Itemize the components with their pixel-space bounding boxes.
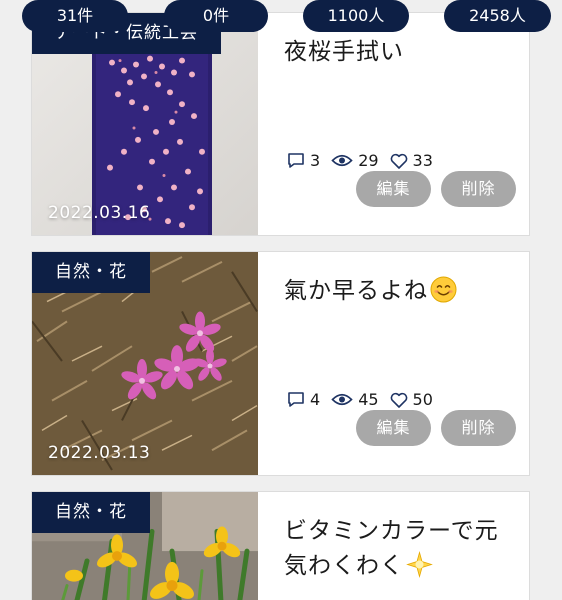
heart-icon [390, 392, 407, 408]
sparkle-star-emoji-icon [406, 551, 433, 578]
post-title-text: 夜桜手拭い [284, 39, 404, 65]
smiling-face-emoji-icon [430, 276, 457, 303]
count-pill[interactable]: 31件 [22, 0, 128, 32]
category-tag: 自然・花 [32, 492, 150, 533]
view-count-value: 45 [358, 390, 379, 409]
post-list-page: アート・伝統工芸 2022.03.16 夜桜手拭い 3 29 33 編集 削除 … [0, 0, 562, 600]
comment-icon [288, 153, 304, 168]
like-count-value: 50 [412, 390, 433, 409]
post-card[interactable]: 自然・花 2022.03.13 氣か早るよね 4 45 50 編集 削除 [31, 251, 530, 476]
post-title[interactable]: 氣か早るよね [284, 274, 514, 309]
count-pill[interactable]: 1100人 [303, 0, 409, 32]
edit-button[interactable]: 編集 [356, 410, 431, 446]
post-body: 夜桜手拭い 3 29 33 編集 削除 [258, 13, 529, 235]
post-title[interactable]: 夜桜手拭い [284, 35, 514, 70]
eye-icon [331, 393, 353, 406]
view-count: 45 [331, 390, 379, 409]
count-pill[interactable]: 0件 [164, 0, 268, 32]
post-body: 氣か早るよね 4 45 50 編集 削除 [258, 252, 529, 475]
comment-count: 3 [287, 151, 320, 170]
view-count: 29 [331, 151, 379, 170]
post-stats: 4 45 50 [287, 390, 444, 409]
post-card[interactable]: 自然・花 ビタミンカラーで元気わくわく [31, 491, 530, 600]
delete-button[interactable]: 削除 [441, 171, 516, 207]
post-stats: 3 29 33 [287, 151, 444, 170]
post-title-text: 氣か早るよね [284, 278, 428, 304]
comment-count: 4 [287, 390, 320, 409]
like-count: 33 [390, 151, 433, 170]
delete-button[interactable]: 削除 [441, 410, 516, 446]
count-pill[interactable]: 2458人 [444, 0, 551, 32]
post-thumbnail[interactable]: 自然・花 2022.03.13 [32, 252, 258, 475]
like-count-value: 33 [412, 151, 433, 170]
post-body: ビタミンカラーで元気わくわく [258, 492, 529, 600]
comment-count-value: 4 [310, 390, 321, 409]
post-actions: 編集 削除 [356, 410, 516, 446]
category-tag: 自然・花 [32, 252, 150, 293]
post-card[interactable]: アート・伝統工芸 2022.03.16 夜桜手拭い 3 29 33 編集 削除 [31, 12, 530, 236]
like-count: 50 [390, 390, 433, 409]
post-actions: 編集 削除 [356, 171, 516, 207]
post-title[interactable]: ビタミンカラーで元気わくわく [284, 514, 514, 584]
post-thumbnail[interactable]: 自然・花 [32, 492, 258, 600]
post-date: 2022.03.13 [48, 443, 151, 463]
comment-icon [288, 392, 304, 407]
post-title-text: ビタミンカラーで元気わくわく [284, 518, 499, 579]
post-thumbnail[interactable]: アート・伝統工芸 2022.03.16 [32, 13, 258, 235]
eye-icon [331, 154, 353, 167]
heart-icon [390, 153, 407, 169]
edit-button[interactable]: 編集 [356, 171, 431, 207]
comment-count-value: 3 [310, 151, 321, 170]
post-date: 2022.03.16 [48, 203, 151, 223]
view-count-value: 29 [358, 151, 379, 170]
